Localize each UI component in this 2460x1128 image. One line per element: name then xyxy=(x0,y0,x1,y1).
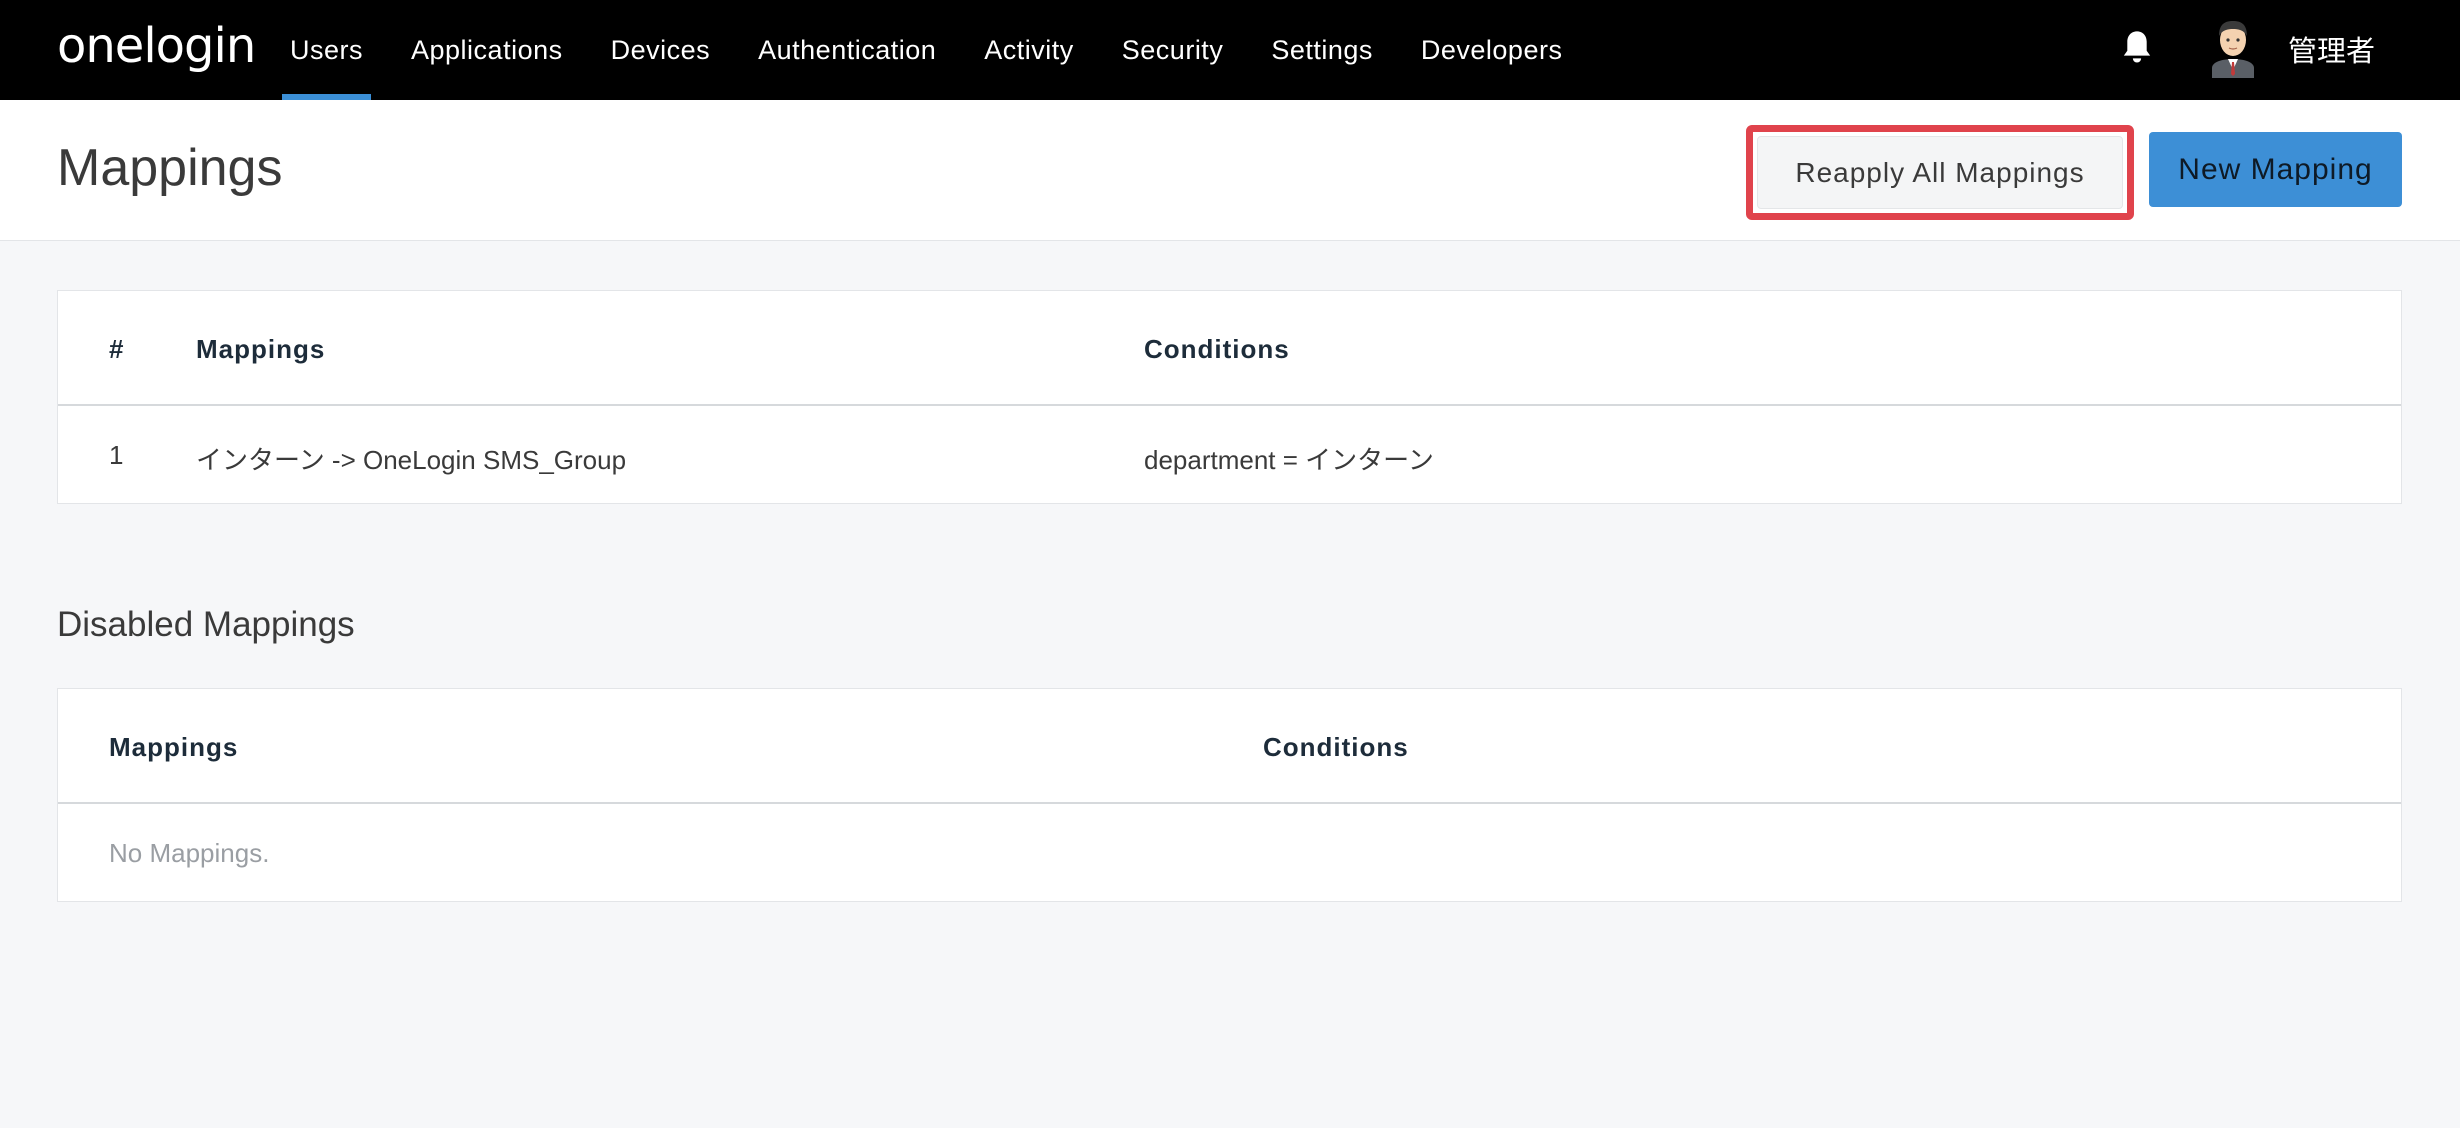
table-header: Mappings Conditions xyxy=(58,689,2401,804)
column-header-number: # xyxy=(109,334,125,364)
new-mapping-button[interactable]: New Mapping xyxy=(2149,132,2402,207)
nav-developers[interactable]: Developers xyxy=(1413,0,1571,100)
row-number: 1 xyxy=(109,440,124,470)
main-nav: Users Applications Devices Authenticatio… xyxy=(282,0,1602,100)
column-header-mappings[interactable]: Mappings xyxy=(109,732,238,763)
disabled-mappings-table: Mappings Conditions No Mappings. xyxy=(57,688,2402,902)
page-title: Mappings xyxy=(57,139,283,197)
nav-security[interactable]: Security xyxy=(1114,0,1232,100)
row-condition: department = インターン xyxy=(1144,445,1434,475)
table-header: # Mappings Conditions xyxy=(58,291,2401,406)
nav-devices[interactable]: Devices xyxy=(603,0,719,100)
onelogin-logo[interactable]: onelogin xyxy=(57,18,256,74)
bell-icon[interactable] xyxy=(2120,30,2154,66)
mappings-table: # Mappings Conditions 1 インターン -> OneLogi… xyxy=(57,290,2402,504)
reapply-all-mappings-button[interactable]: Reapply All Mappings xyxy=(1757,136,2123,209)
column-header-conditions[interactable]: Conditions xyxy=(1263,732,1409,763)
nav-applications[interactable]: Applications xyxy=(403,0,571,100)
nav-authentication[interactable]: Authentication xyxy=(750,0,944,100)
top-nav-bar: onelogin Users Applications Devices Auth… xyxy=(0,0,2460,100)
row-mapping[interactable]: インターン -> OneLogin SMS_Group xyxy=(196,440,626,477)
nav-users[interactable]: Users xyxy=(282,0,372,100)
column-header-mappings[interactable]: Mappings xyxy=(196,334,325,365)
avatar[interactable] xyxy=(2208,18,2258,78)
empty-text: No Mappings. xyxy=(109,838,270,868)
column-header-conditions[interactable]: Conditions xyxy=(1144,334,1290,365)
username[interactable]: 管理者 xyxy=(2288,28,2375,70)
nav-settings[interactable]: Settings xyxy=(1263,0,1381,100)
empty-row: No Mappings. xyxy=(58,804,2401,902)
table-row[interactable]: 1 インターン -> OneLogin SMS_Group department… xyxy=(58,406,2401,504)
disabled-mappings-title: Disabled Mappings xyxy=(57,605,355,644)
nav-activity[interactable]: Activity xyxy=(976,0,1082,100)
